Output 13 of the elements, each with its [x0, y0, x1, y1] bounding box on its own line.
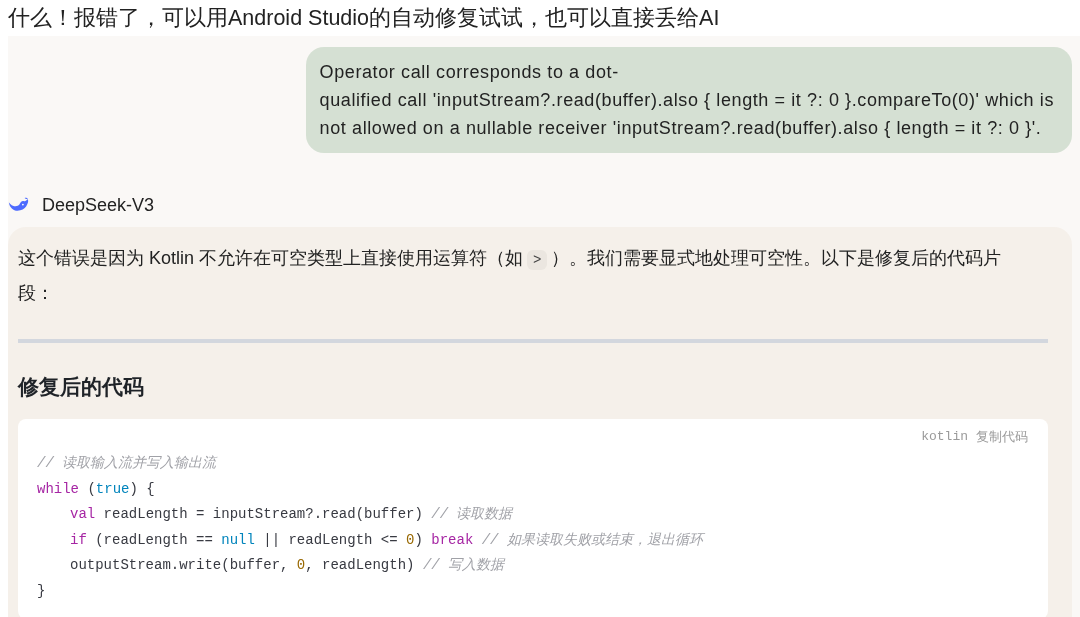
copy-code-button[interactable]: 复制代码 [976, 427, 1028, 447]
model-name: DeepSeek-V3 [42, 193, 155, 217]
code-line: while (true) { [37, 479, 155, 499]
code-language-label: kotlin [921, 428, 968, 447]
message-paragraph: 这个错误是因为 Kotlin 不允许在可空类型上直接使用运算符（如 > ）。我们需要显式地处理可空性。以下是修复后的代码片段： [18, 247, 1003, 305]
user-message-text: Operator call corresponds to a dot- qualified call 'inputStream?.read(buffer).also { length = it ?: 0 }.compareTo(0)' which is not allowed on a nullable receiver 'inputStream?.read(buffer).also { length = it ?: 0 }'. [319, 61, 1054, 140]
code-line: } [37, 581, 46, 601]
code-line: outputStream.write(buffer, 0, readLength) // 写入数据 [70, 556, 505, 576]
code-line: // 读取输入流并写入输出流 [37, 454, 217, 473]
section-heading: 修复后的代码 [18, 374, 145, 400]
prompt-text: 什么！报错了，可以用Android Studio的自动修复试试，也可以直接丢给AI [8, 4, 720, 32]
code-line: val readLength = inputStream?.read(buffer) // 读取数据 [70, 505, 513, 525]
code-line: if (readLength == null || readLength <= 0) break // 如果读取失败或结束，退出循环 [70, 530, 703, 550]
